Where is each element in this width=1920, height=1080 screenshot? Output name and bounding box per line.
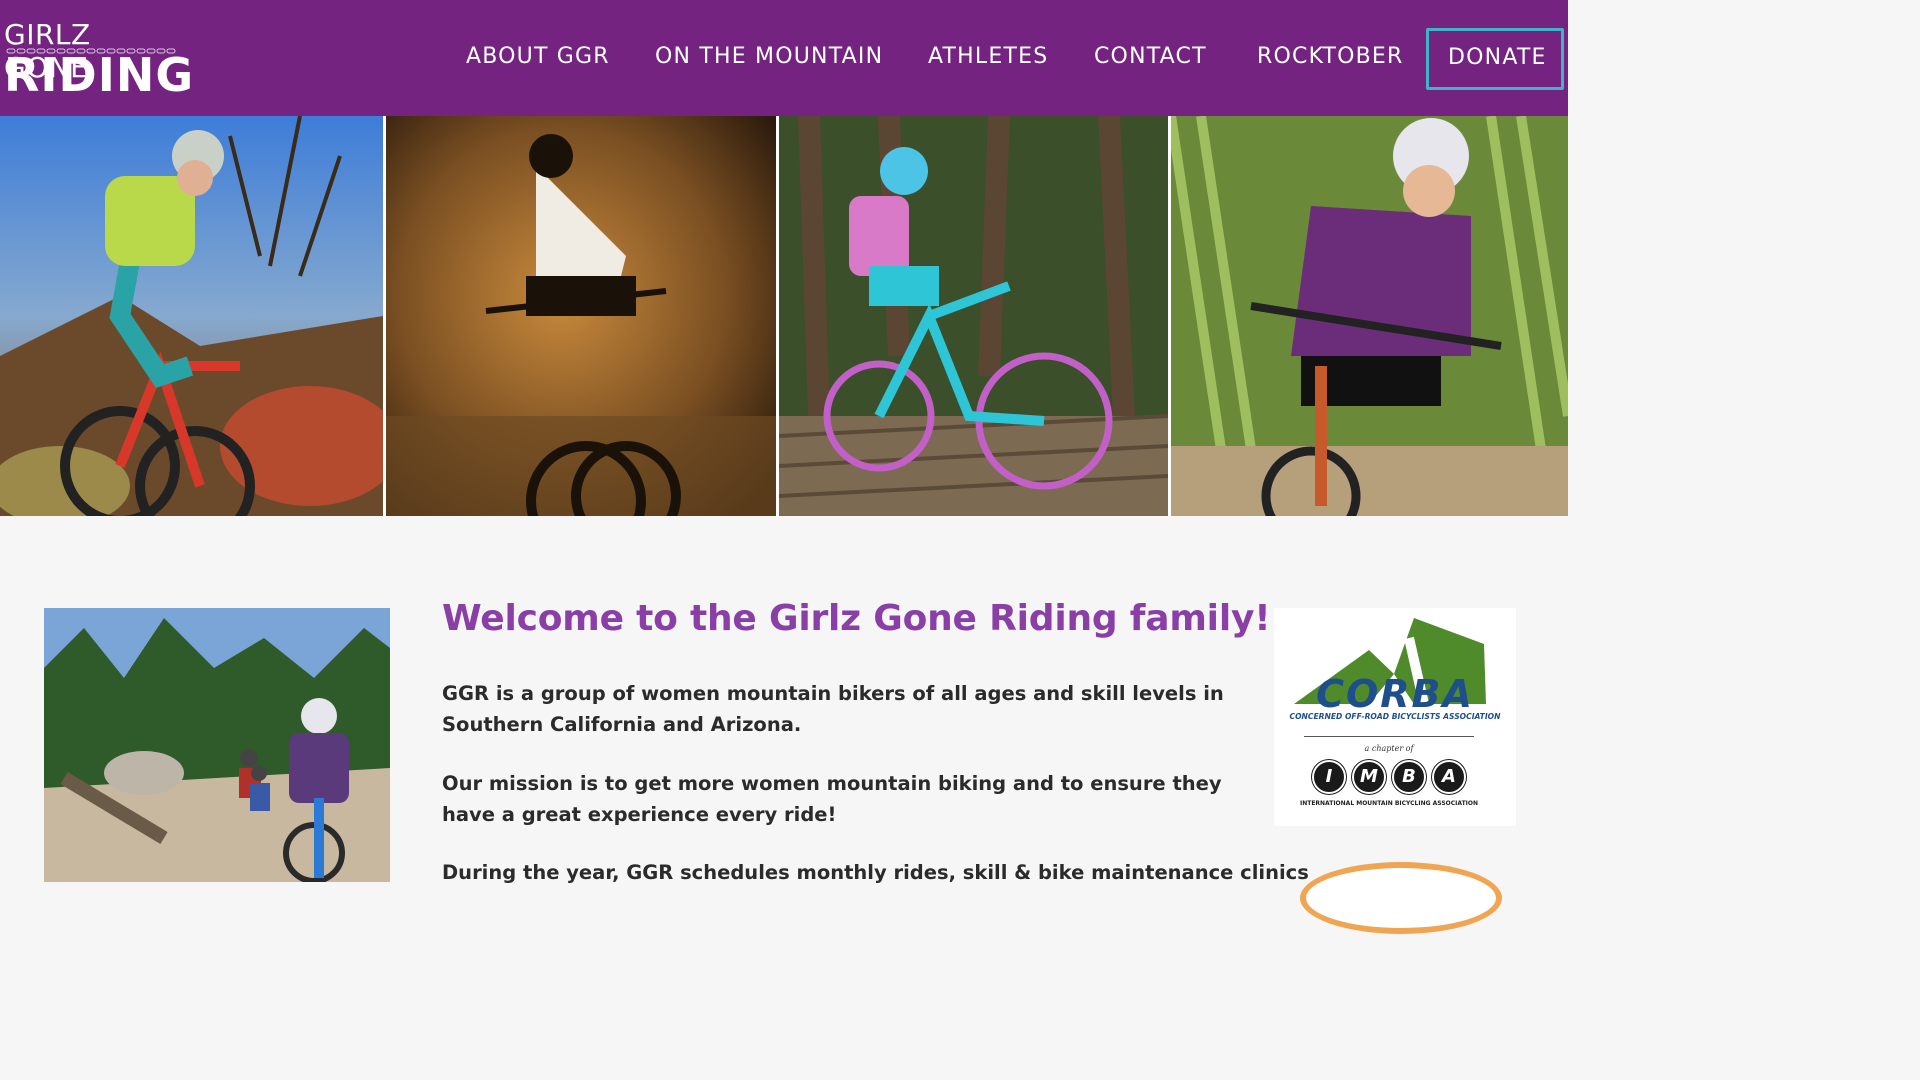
nav-rocktober[interactable]: ROCKTOBER: [1257, 44, 1404, 69]
hero-photo-3: [779, 116, 1168, 516]
site-logo[interactable]: GIRLZ GONE RIDING: [4, 18, 193, 100]
nav-athletes[interactable]: ATHLETES: [928, 44, 1048, 69]
logo-line-2: RIDING: [4, 48, 195, 102]
mission-paragraph: Our mission is to get more women mountai…: [442, 772, 1222, 826]
imba-letter-m: M: [1352, 760, 1386, 794]
hero-photo-4: [1171, 116, 1568, 516]
corba-sponsor-logo[interactable]: CORBA CONCERNED OFF-ROAD BICYCLISTS ASSO…: [1274, 608, 1516, 826]
imba-letter-a: A: [1432, 760, 1466, 794]
imba-letter-i: I: [1312, 760, 1346, 794]
imba-badges: I M B A: [1312, 760, 1472, 796]
next-sponsor-logo[interactable]: [1300, 862, 1502, 934]
intro-paragraph: GGR is a group of women mountain bikers …: [442, 682, 1224, 736]
rider-photo-icon: [1171, 116, 1568, 516]
schedule-paragraph: During the year, GGR schedules monthly r…: [442, 861, 1309, 884]
rider-photo-icon: [386, 116, 776, 516]
corba-tagline: CONCERNED OFF-ROAD BICYCLISTS ASSOCIATIO…: [1289, 712, 1501, 721]
rider-photo-icon: [779, 116, 1168, 516]
group-ride-photo: [44, 608, 390, 898]
hero-photo-1: [0, 116, 383, 516]
group-ride-photo-icon: [44, 608, 390, 884]
imba-letter-b: B: [1392, 760, 1426, 794]
rider-photo-icon: [0, 116, 383, 516]
corba-name: CORBA: [1316, 672, 1474, 716]
imba-tagline: INTERNATIONAL MOUNTAIN BICYCLING ASSOCIA…: [1299, 800, 1479, 807]
hero-photo-strip: [0, 116, 1568, 516]
hero-photo-2: [386, 116, 776, 516]
divider-line: [1304, 736, 1474, 737]
chapter-of-label: a chapter of: [1364, 744, 1414, 753]
nav-contact[interactable]: CONTACT: [1094, 44, 1207, 69]
nav-about-ggr[interactable]: ABOUT GGR: [466, 44, 610, 69]
site-header: GIRLZ GONE RIDING ABOUT GGR ON THE MOUNT…: [0, 0, 1568, 116]
nav-on-the-mountain[interactable]: ON THE MOUNTAIN: [655, 44, 883, 69]
donate-button[interactable]: DONATE: [1426, 28, 1564, 90]
welcome-heading: Welcome to the Girlz Gone Riding family!: [442, 598, 1271, 639]
donate-label: DONATE: [1448, 45, 1547, 70]
